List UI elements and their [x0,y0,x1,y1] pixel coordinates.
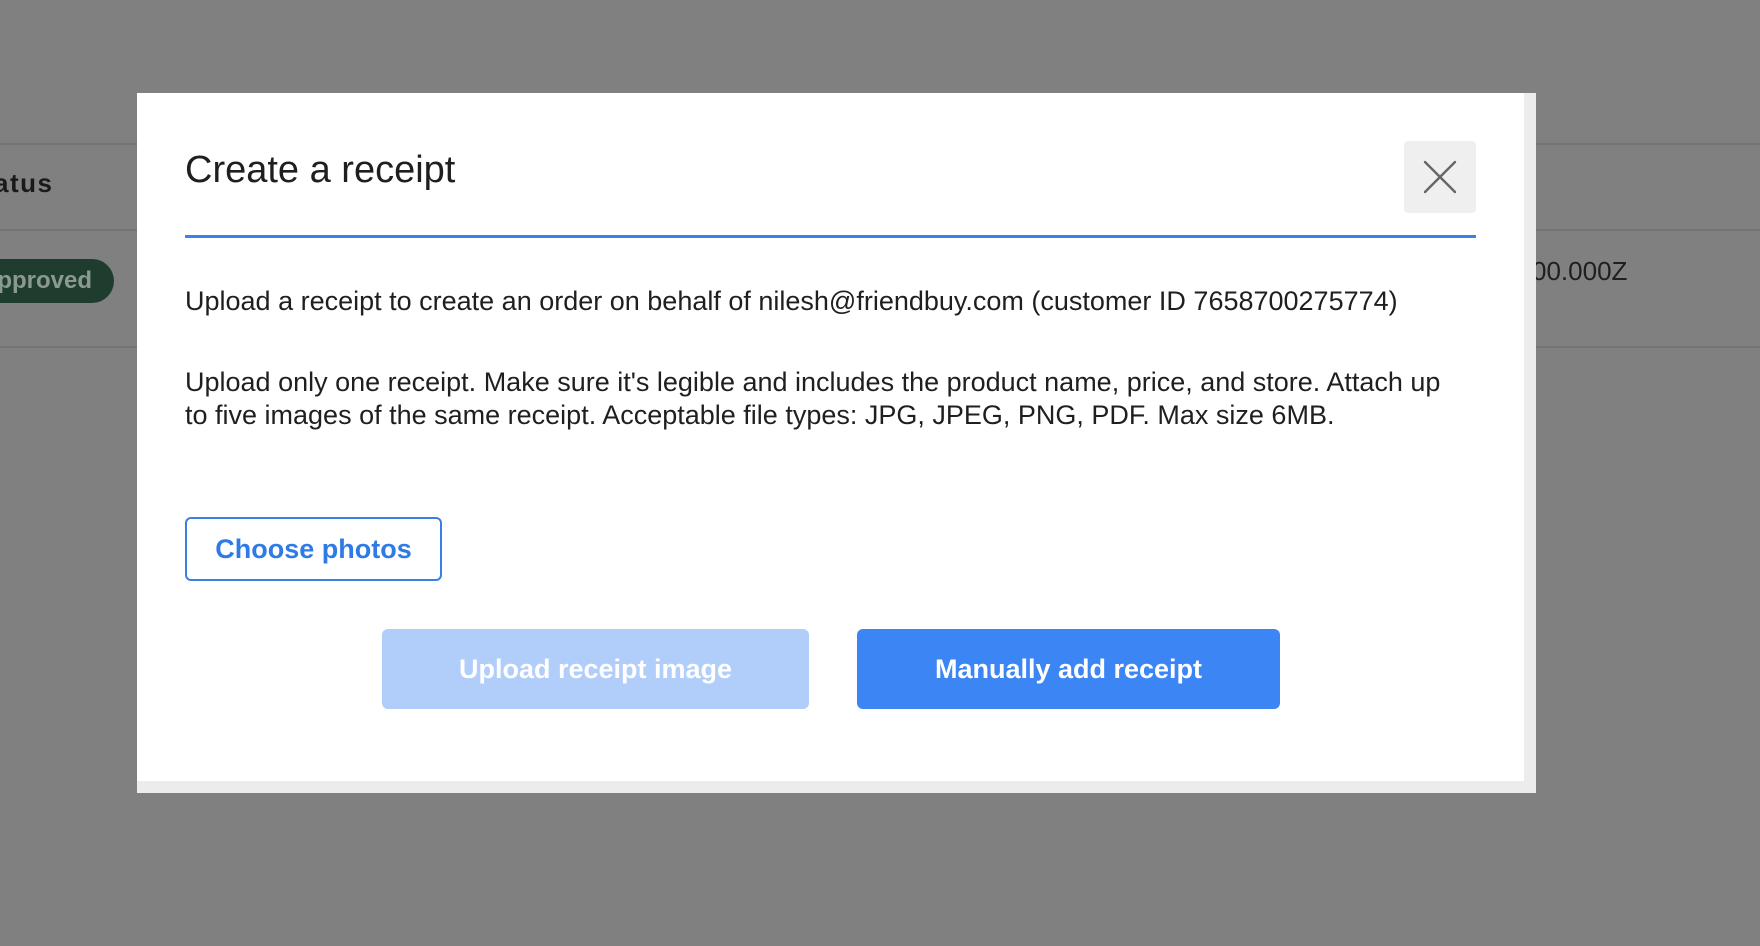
status-badge-label: pproved [0,267,92,294]
table-cell-timestamp: 00.000Z [1532,256,1628,286]
dialog-title: Create a receipt [185,149,456,191]
choose-photos-button[interactable]: Choose photos [185,517,442,581]
create-receipt-dialog: Create a receipt Upload a receipt to cre… [137,93,1536,793]
close-icon [1423,160,1457,194]
status-badge: pproved [0,259,114,303]
upload-instructions: Upload only one receipt. Make sure it's … [185,367,1441,430]
close-button[interactable] [1404,141,1476,213]
page-backdrop: atus pproved 00.000Z Create a receipt Up… [0,0,1760,946]
intro-text: Upload a receipt to create an order on b… [185,286,1398,316]
table-column-header-status: atus [0,168,54,198]
upload-receipt-image-button[interactable]: Upload receipt image [382,629,809,709]
dialog-scrollbar[interactable] [1524,93,1536,781]
manually-add-receipt-button[interactable]: Manually add receipt [857,629,1280,709]
title-divider [185,235,1476,238]
